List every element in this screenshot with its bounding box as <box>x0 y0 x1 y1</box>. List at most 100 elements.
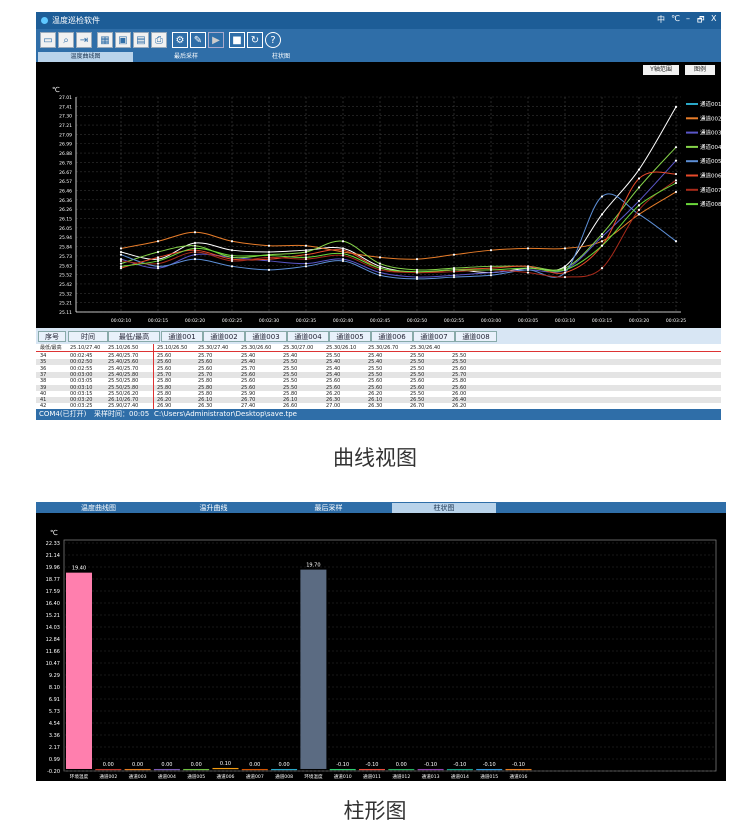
data-point <box>267 254 271 257</box>
excel-icon[interactable]: ▦ <box>97 32 113 48</box>
table-row[interactable]: 40 00:03:15 25.50/26.20 25.80 25.80 25.90 25.8… <box>36 390 721 397</box>
unit-button[interactable]: ℃ <box>671 14 680 23</box>
y-tick-label: 25.84 <box>59 245 72 251</box>
y-tick-label: 26.57 <box>59 179 72 185</box>
y-tick-label: 4.54 <box>49 721 60 727</box>
export-icon[interactable]: ⇥ <box>76 32 92 48</box>
y-tick-label: 26.15 <box>59 217 72 223</box>
y-tick-label: 9.29 <box>49 673 60 679</box>
table-cell: 25.50/25.80 <box>108 378 139 385</box>
column-header[interactable]: 通道002 <box>203 331 245 342</box>
restore-button[interactable]: 🗗 <box>697 14 705 28</box>
data-point <box>637 199 641 203</box>
bar-window: 温度曲线图 温升曲线 最后采样 柱状图 ℃ 22.33 21.14 19.96 18.7… <box>36 502 726 781</box>
table-cell: 40 <box>40 390 47 397</box>
x-tick-label: 00:03:00 <box>481 318 501 324</box>
series-line-5 <box>120 193 677 280</box>
column-header[interactable]: 通道003 <box>245 331 287 342</box>
column-header[interactable]: 通道005 <box>329 331 371 342</box>
column-header[interactable]: 通道007 <box>413 331 455 342</box>
wrench-icon[interactable]: ✎ <box>190 32 206 48</box>
tab-curve[interactable]: 温度曲线图 <box>38 52 133 62</box>
tab-curve-bottom[interactable]: 温度曲线图 <box>46 503 151 513</box>
data-point <box>230 249 234 252</box>
table-row[interactable]: 41 00:03:20 26.10/26.70 26.20 26.10 26.70 26.1… <box>36 397 721 404</box>
table-cell: 25.80 <box>198 378 213 385</box>
table-cell: 25.80 <box>157 390 172 397</box>
table-cell: 35 <box>40 359 47 366</box>
print-icon[interactable]: ⎙ <box>151 32 167 48</box>
table-cell: 25.80 <box>452 378 467 385</box>
data-point <box>156 250 160 254</box>
y-tick-label: 5.73 <box>49 709 60 715</box>
column-header[interactable]: 通道004 <box>287 331 329 342</box>
stop-icon[interactable]: ■ <box>229 32 245 48</box>
curve-window: 温度巡检软件 中 ℃ – 🗗 X ▭ ⌕ ⇥ ▦ ▣ ▤ ⎙ ⚙ ✎ ▶ ■ ↻… <box>36 12 721 420</box>
data-point <box>304 262 308 265</box>
table-cell: 25.80 <box>157 378 172 385</box>
x-category-label: 通道010 <box>334 773 352 780</box>
column-header[interactable]: 通道008 <box>455 331 497 342</box>
open-folder-icon[interactable]: ▭ <box>40 32 56 48</box>
table-row[interactable]: 37 00:03:00 25.40/25.80 25.70 25.70 25.60 25.5… <box>36 371 721 378</box>
play-icon[interactable]: ▶ <box>208 32 224 48</box>
table-cell: 26.10 <box>283 397 298 404</box>
table-row[interactable]: 35 00:02:50 25.40/25.60 25.60 25.60 25.40 25.5… <box>36 359 721 366</box>
column-header[interactable]: 序号 <box>38 331 66 342</box>
gear-icon[interactable]: ⚙ <box>172 32 188 48</box>
data-point <box>600 267 604 270</box>
save-icon[interactable]: ▣ <box>115 32 131 48</box>
table-row[interactable]: 36 00:02:55 25.40/25.70 25.60 25.60 25.70 25.5… <box>36 365 721 372</box>
bar-value-label: -0.10 <box>453 762 466 768</box>
tab-temp-rise[interactable]: 温升曲线 <box>161 503 266 513</box>
curve-chart: ℃27.01 27.41 27.30 27.21 27.09 26.99 26.88 26.7… <box>52 86 721 324</box>
tab-bar[interactable]: 柱状图 <box>236 52 326 62</box>
bar <box>95 768 122 771</box>
data-point <box>563 247 567 250</box>
bar <box>359 768 385 771</box>
column-header[interactable]: 最低/最高 <box>108 331 160 342</box>
save-as-icon[interactable]: ▤ <box>133 32 149 48</box>
y-tick-label: 25.42 <box>59 282 72 288</box>
data-point <box>674 172 678 176</box>
y-tick-label: 27.01 <box>59 95 72 101</box>
x-tick-label: 00:02:10 <box>111 318 131 324</box>
table-cell: 36 <box>40 365 47 372</box>
data-point <box>193 231 197 234</box>
bar <box>476 768 503 771</box>
x-category-label: 通道012 <box>392 773 410 780</box>
refresh-icon[interactable]: ↻ <box>247 32 263 48</box>
language-button[interactable]: 中 <box>657 14 665 25</box>
data-point <box>267 268 271 271</box>
tab-bar-bottom[interactable]: 柱状图 <box>392 503 496 513</box>
tab-last-sample-bottom[interactable]: 最后采样 <box>276 503 381 513</box>
table-row[interactable]: 39 00:03:10 25.50/25.80 25.80 25.80 25.60 25.5… <box>36 384 721 391</box>
y-tick-label: 25.73 <box>59 254 72 260</box>
help-icon[interactable]: ? <box>265 32 281 48</box>
column-header[interactable]: 通道006 <box>371 331 413 342</box>
data-point <box>637 186 641 189</box>
table-cell: 25.50/26.20 <box>108 390 139 397</box>
x-category-label: 通道015 <box>480 773 498 780</box>
tab-last-sample[interactable]: 最后采样 <box>141 52 231 62</box>
table-cell: 25.60 <box>198 359 213 366</box>
table-cell: 41 <box>40 397 47 404</box>
column-header[interactable]: 时间 <box>68 331 108 342</box>
table-row[interactable]: 34 00:02:45 25.40/25.70 25.60 25.70 25.40 25.4… <box>36 353 721 359</box>
table-cell: 00:03:00 <box>70 371 93 378</box>
data-point <box>230 254 234 257</box>
close-button[interactable]: X <box>711 14 716 23</box>
bar <box>66 572 92 769</box>
bar-value-label: -0.10 <box>366 762 379 768</box>
search-icon[interactable]: ⌕ <box>58 32 74 48</box>
x-category-label: 通道004 <box>158 773 176 780</box>
data-point <box>304 250 308 254</box>
data-point <box>637 204 641 207</box>
table-cell: 37 <box>40 371 47 378</box>
minimize-button[interactable]: – <box>686 14 690 23</box>
table-row[interactable]: 38 00:03:05 25.50/25.80 25.80 25.80 25.60 25.5… <box>36 378 721 385</box>
data-point <box>526 247 530 250</box>
data-point <box>156 262 160 265</box>
bar-value-label: 0.00 <box>396 762 407 768</box>
column-header[interactable]: 通道001 <box>161 331 203 342</box>
